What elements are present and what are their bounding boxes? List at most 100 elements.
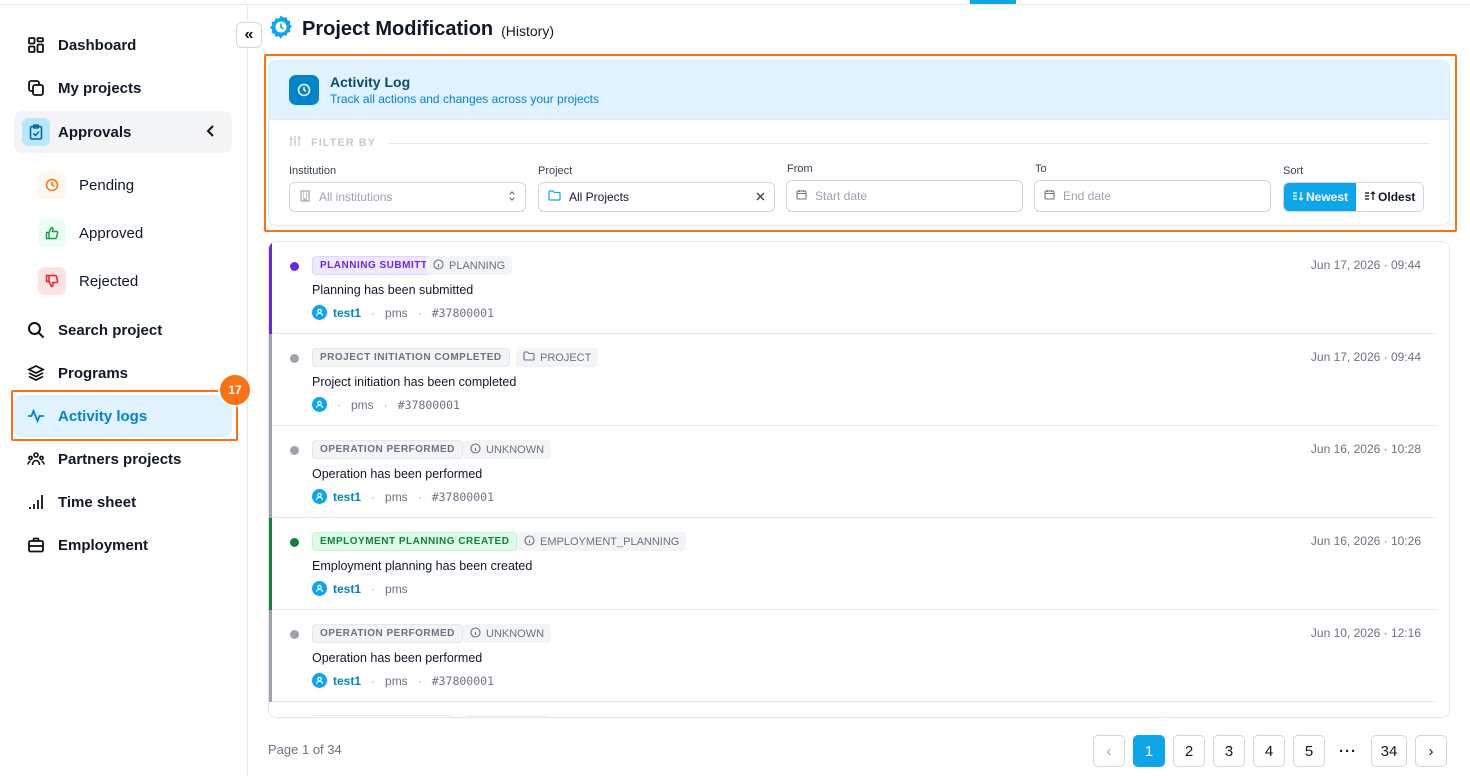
pagination-page-button[interactable]: 3 [1213, 735, 1245, 767]
log-timestamp: Jun 17, 2026 · 09:44 [1310, 350, 1421, 364]
clipboard-check-icon [14, 118, 58, 146]
sidebar-item-time-sheet[interactable]: Time sheet [14, 481, 232, 523]
sidebar: Dashboard My projects Approvals Pending … [0, 6, 252, 776]
users-icon [14, 450, 58, 468]
project-select[interactable]: All Projects [538, 182, 775, 212]
search-icon [14, 321, 58, 339]
sort-oldest-button[interactable]: Oldest [1356, 183, 1424, 211]
log-category-tag: UNKNOWN [463, 624, 552, 643]
to-date-input[interactable]: End date [1034, 180, 1271, 212]
log-timestamp: Jun 17, 2026 · 09:44 [1310, 258, 1421, 272]
collapse-sidebar-button[interactable]: « [236, 22, 262, 48]
pagination-page-button[interactable]: 34 [1371, 735, 1407, 767]
log-ref: #37800001 [431, 305, 494, 320]
sort-desc-icon [1292, 190, 1304, 204]
sort-newest-label: Newest [1306, 190, 1349, 204]
calendar-icon [1044, 189, 1055, 203]
log-message: Project initiation has been completed [312, 375, 517, 389]
log-ref: #37800001 [431, 489, 494, 504]
sidebar-item-label: Time sheet [58, 493, 137, 511]
from-date-input[interactable]: Start date [786, 180, 1023, 212]
log-event-tag: EMPLOYMENT PLANNING CREATED [312, 532, 518, 551]
log-timestamp: Jun 10, 2026 · 12:16 [1310, 626, 1421, 640]
from-label: From [787, 163, 813, 175]
pagination-info: Page 1 of 34 [268, 742, 342, 757]
log-category-label: UNKNOWN [486, 627, 545, 640]
layers-icon [14, 364, 58, 382]
clear-icon[interactable] [756, 190, 765, 204]
activity-log-filter-card: Activity Log Track all actions and chang… [268, 60, 1450, 226]
log-accent-bar [269, 242, 272, 334]
log-message: Operation has been performed [312, 467, 483, 481]
from-placeholder: Start date [815, 189, 868, 203]
info-icon [524, 534, 535, 549]
pagination-next-button[interactable]: › [1415, 735, 1447, 767]
log-event-tag: OPERATION PERFORMED [312, 624, 463, 643]
activity-icon [14, 407, 58, 425]
chevron-left-icon[interactable] [206, 124, 216, 143]
pagination-page-button[interactable]: 2 [1173, 735, 1205, 767]
log-row[interactable]: OPERATION PERFORMED UNKNOWN Jun 10, 2026 ·… [269, 610, 1437, 702]
sidebar-item-label: Search project [58, 321, 163, 339]
log-row[interactable]: PROJECT INITIATION COMPLETED PROJECT Jun 1… [269, 334, 1437, 426]
sidebar-item-partners-projects[interactable]: Partners projects [14, 438, 232, 480]
info-icon [470, 626, 481, 641]
log-status-dot [290, 630, 299, 639]
sidebar-subitem-pending[interactable]: Pending [38, 166, 232, 204]
pagination-page-button[interactable]: 1 [1133, 735, 1165, 767]
pagination-page-button[interactable]: 5 [1293, 735, 1325, 767]
log-row[interactable]: PLANNING SUBMITTED PLANNING Jun 17, 2026 ·… [269, 242, 1437, 334]
log-source: pms [385, 673, 408, 688]
to-label: To [1035, 163, 1047, 175]
top-border [0, 0, 1470, 5]
sliders-icon [289, 134, 301, 152]
log-user[interactable]: test1 [333, 582, 361, 596]
log-row[interactable]: OPERATION PERFORMED UNKNOWN Jun 16, 2026 ·… [269, 426, 1437, 518]
pagination-ellipsis: ··· [1333, 735, 1363, 767]
log-source: pms [385, 581, 408, 596]
log-message: Employment planning has been created [312, 559, 533, 573]
project-value: All Projects [569, 190, 630, 204]
sidebar-item-label: Programs [58, 364, 129, 382]
folder-icon [548, 190, 561, 204]
sidebar-item-label: Approvals [58, 123, 132, 141]
filter-by-divider: FILTER BY [289, 134, 1429, 152]
sidebar-item-programs[interactable]: Programs [14, 352, 232, 394]
sidebar-item-activity-logs[interactable]: Activity logs [14, 395, 232, 437]
log-source: pms [385, 305, 408, 320]
sidebar-subitem-rejected[interactable]: Rejected [38, 262, 232, 300]
institution-select[interactable]: All institutions [289, 182, 526, 212]
log-user[interactable]: test1 [333, 674, 361, 688]
sort-newest-button[interactable]: Newest [1284, 183, 1357, 211]
sidebar-subitem-approved[interactable]: Approved [38, 214, 232, 252]
log-user[interactable]: test1 [333, 306, 361, 320]
gear-icon [268, 14, 294, 45]
log-meta: test1 · pms · #37800001 [312, 305, 494, 320]
log-event-tag: PROJECT INITIATION COMPLETED [312, 348, 510, 367]
pagination-prev-button[interactable]: ‹ [1093, 735, 1125, 767]
pagination-page-button[interactable]: 4 [1253, 735, 1285, 767]
briefcase-icon [14, 536, 58, 554]
log-accent-bar [269, 610, 272, 702]
log-category-label: EMPLOYMENT_PLANNING [540, 535, 680, 548]
building-icon [299, 189, 311, 205]
log-user[interactable]: test1 [333, 490, 361, 504]
sidebar-item-label: Activity logs [58, 407, 148, 425]
sidebar-item-employment[interactable]: Employment [14, 524, 232, 566]
sidebar-item-search-project[interactable]: Search project [14, 309, 232, 351]
institution-placeholder: All institutions [319, 190, 393, 204]
log-category-tag: PLANNING [426, 256, 513, 275]
log-meta: test1 · pms [312, 581, 408, 596]
sidebar-item-my-projects[interactable]: My projects [14, 67, 232, 109]
step-badge: 17 [218, 373, 252, 407]
sort-toggle: Newest Oldest [1283, 182, 1425, 212]
log-category-tag: EMPLOYMENT_PLANNING [517, 532, 687, 551]
list-scroll-gutter [1435, 242, 1449, 717]
log-row[interactable]: EMPLOYMENT PLANNING CREATED EMPLOYMENT_PL… [269, 518, 1437, 610]
log-message: Planning has been submitted [312, 283, 474, 297]
sidebar-item-dashboard[interactable]: Dashboard [14, 24, 232, 66]
folder-icon [523, 351, 535, 364]
sidebar-item-approvals[interactable]: Approvals [14, 111, 232, 153]
sidebar-item-label: Dashboard [58, 36, 137, 54]
log-ref: #37800001 [397, 397, 460, 412]
